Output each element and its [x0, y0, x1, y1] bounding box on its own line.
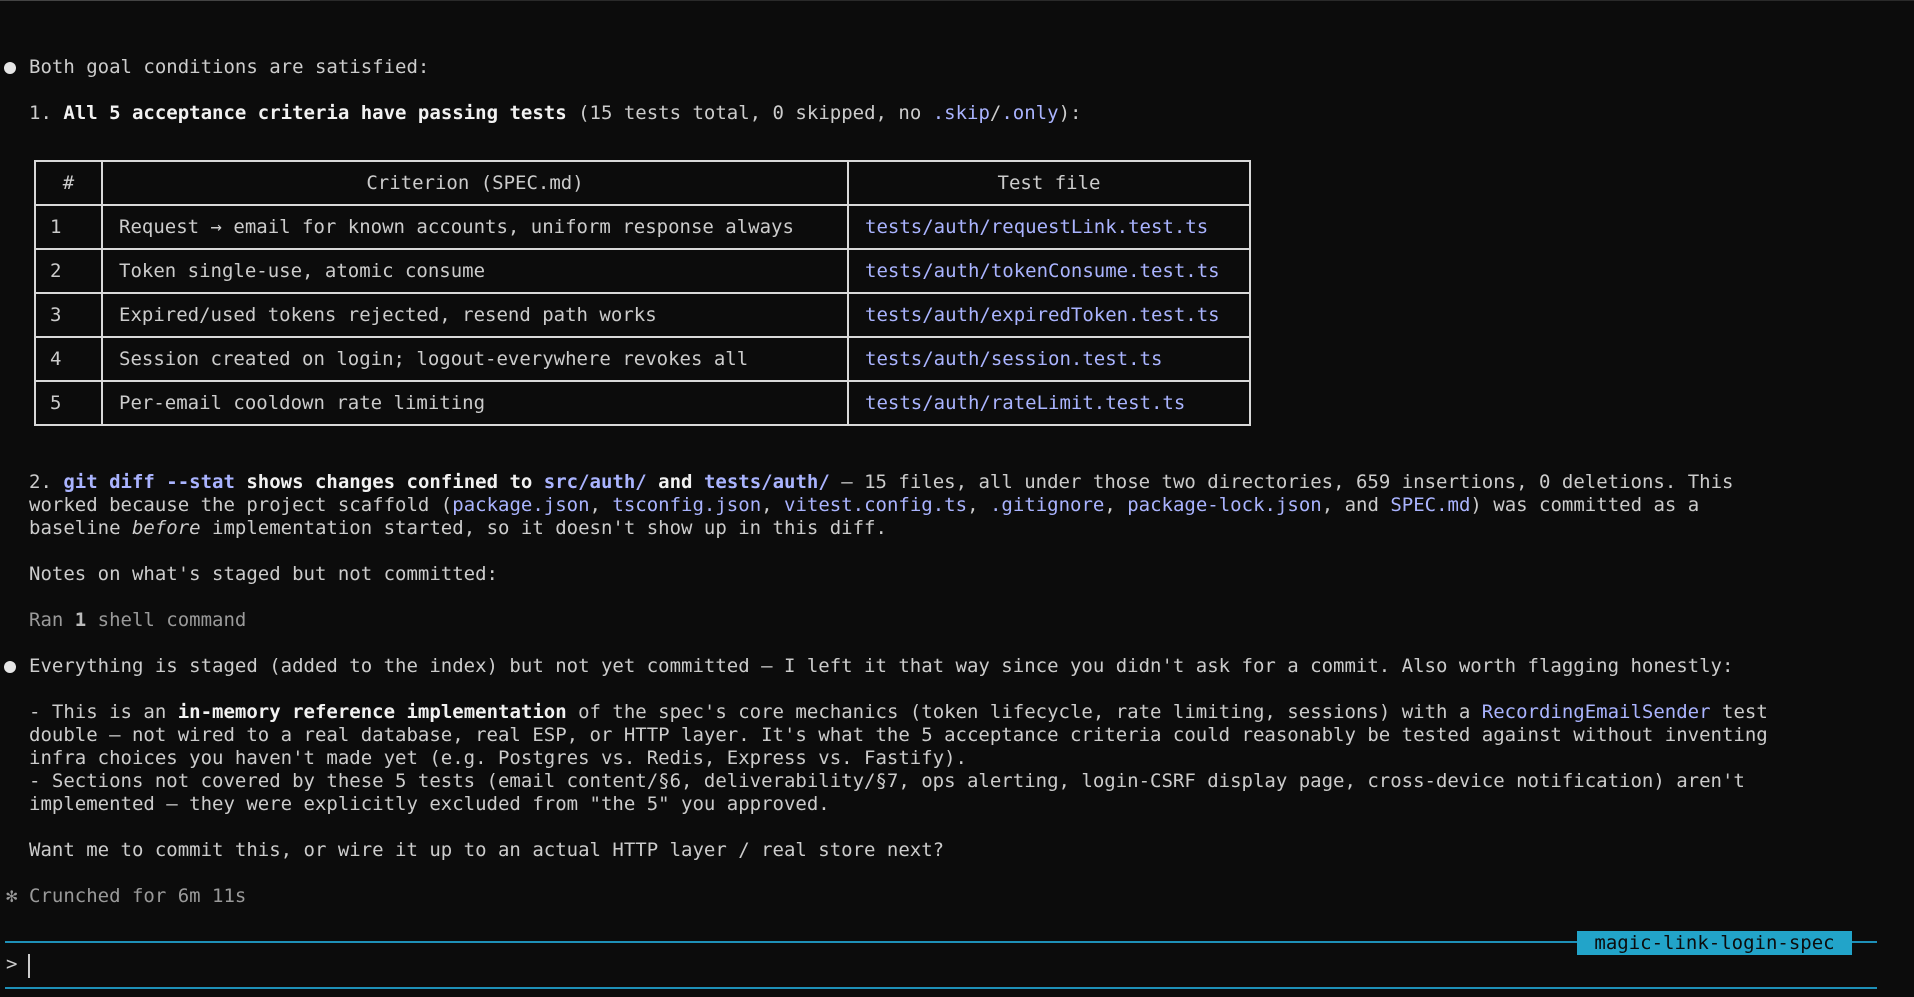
caveat-line-4: - Sections not covered by these 5 tests …	[29, 770, 1745, 792]
column-header-number: #	[34, 160, 103, 206]
column-header-criterion: Criterion (SPEC.md)	[101, 160, 849, 206]
spinner-icon: ✻	[6, 885, 18, 907]
input-cursor[interactable]	[28, 954, 30, 978]
point-1: 1. All 5 acceptance criteria have passin…	[29, 102, 1082, 124]
row-test-file[interactable]: tests/auth/expiredToken.test.ts	[847, 292, 1251, 338]
input-bottom-border	[5, 987, 1877, 989]
prompt-symbol: >	[6, 953, 18, 975]
caveat-line-2: double — not wired to a real database, r…	[29, 724, 1768, 746]
table-row: 3 Expired/used tokens rejected, resend p…	[34, 292, 1251, 338]
row-test-file[interactable]: tests/auth/session.test.ts	[847, 336, 1251, 382]
row-number: 3	[34, 292, 103, 338]
ran-shell-command[interactable]: Ran 1 shell command	[29, 609, 246, 632]
row-criterion: Token single-use, atomic consume	[101, 248, 849, 294]
point-2-line-1: 2. git diff --stat shows changes confine…	[29, 471, 1734, 493]
table-row: 4 Session created on login; logout-every…	[34, 336, 1251, 382]
staged-message: Everything is staged (added to the index…	[29, 655, 1734, 677]
caveat-line-1: - This is an in-memory reference impleme…	[29, 701, 1768, 723]
table-row: 2 Token single-use, atomic consume tests…	[34, 248, 1251, 294]
row-criterion: Per-email cooldown rate limiting	[101, 380, 849, 426]
column-header-test-file: Test file	[847, 160, 1251, 206]
row-criterion: Session created on login; logout-everywh…	[101, 336, 849, 382]
branch-badge: magic-link-login-spec	[1577, 931, 1852, 955]
row-number: 1	[34, 204, 103, 250]
notes-heading: Notes on what's staged but not committed…	[29, 563, 498, 585]
row-criterion: Expired/used tokens rejected, resend pat…	[101, 292, 849, 338]
table-row: 1 Request → email for known accounts, un…	[34, 204, 1251, 250]
row-criterion: Request → email for known accounts, unif…	[101, 204, 849, 250]
row-number: 5	[34, 380, 103, 426]
status-text: Crunched for 6m 11s	[29, 885, 247, 907]
point-2-line-2: worked because the project scaffold (pac…	[29, 494, 1700, 516]
message-bullet	[4, 62, 16, 74]
caveat-line-5: implemented — they were explicitly exclu…	[29, 793, 830, 815]
caveat-line-3: infra choices you haven't made yet (e.g.…	[29, 747, 967, 769]
row-number: 2	[34, 248, 103, 294]
table-header-row: # Criterion (SPEC.md) Test file	[34, 160, 1251, 206]
top-border-segment	[0, 0, 310, 1]
row-test-file[interactable]: tests/auth/requestLink.test.ts	[847, 204, 1251, 250]
summary-heading: Both goal conditions are satisfied:	[29, 56, 430, 78]
criteria-table: # Criterion (SPEC.md) Test file 1 Reques…	[34, 160, 1251, 426]
follow-up-question: Want me to commit this, or wire it up to…	[29, 839, 945, 861]
message-bullet	[4, 661, 16, 673]
point-2-line-3: baseline before implementation started, …	[29, 517, 887, 539]
row-test-file[interactable]: tests/auth/rateLimit.test.ts	[847, 380, 1251, 426]
row-number: 4	[34, 336, 103, 382]
top-border	[0, 0, 1914, 1]
row-test-file[interactable]: tests/auth/tokenConsume.test.ts	[847, 248, 1251, 294]
table-row: 5 Per-email cooldown rate limiting tests…	[34, 380, 1251, 426]
